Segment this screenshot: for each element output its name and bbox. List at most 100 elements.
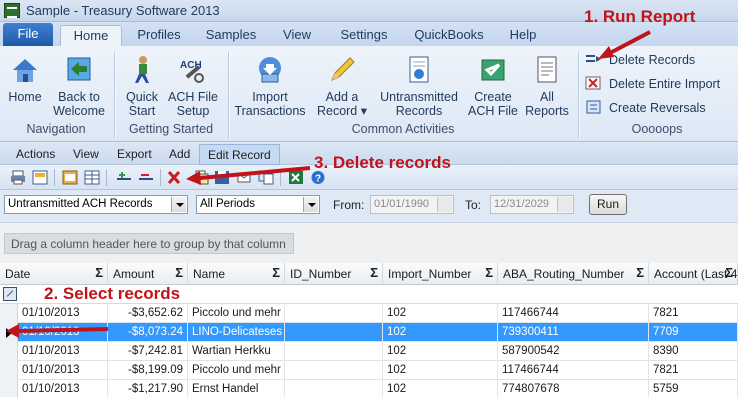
tab-quickbooks[interactable]: QuickBooks — [408, 25, 490, 46]
table-cell: -$8,073.24 — [108, 323, 188, 342]
row-selector[interactable] — [0, 323, 18, 342]
delete-records-button[interactable]: Delete Records — [585, 52, 695, 72]
grid-icon[interactable] — [84, 170, 100, 185]
table-cell: 5759 — [649, 380, 738, 397]
tab-help[interactable]: Help — [503, 25, 543, 46]
menu-edit-record[interactable]: Edit Record — [199, 144, 280, 165]
calendar-icon — [557, 197, 572, 212]
create-reversals-button[interactable]: Create Reversals — [585, 100, 706, 120]
to-date-field[interactable]: 12/31/2029 — [490, 195, 574, 214]
annotation-step-3: 3. Delete records — [314, 153, 452, 172]
table-cell: 117466744 — [498, 361, 649, 380]
column-header-account-last4[interactable]: Account (Last 4) Σ — [649, 263, 738, 285]
table-cell: 7821 — [649, 304, 738, 323]
tab-home[interactable]: Home — [60, 25, 122, 46]
row-selector[interactable] — [0, 380, 18, 397]
run-button[interactable]: Run — [589, 194, 627, 215]
row-selector[interactable] — [0, 361, 18, 380]
ribbon-separator — [578, 52, 579, 138]
pencil-icon — [331, 57, 355, 81]
home-button[interactable]: Home — [4, 54, 46, 104]
report-select[interactable]: Untransmitted ACH Records — [4, 195, 188, 214]
import-transactions-button[interactable]: Import Transactions — [234, 54, 306, 118]
delete-record-icon[interactable] — [166, 170, 182, 185]
row-selector[interactable] — [0, 342, 18, 361]
ribbon-separator — [114, 52, 115, 138]
column-header-name[interactable]: Name Σ — [188, 263, 285, 285]
from-label: From: — [333, 198, 365, 212]
calendar-icon — [437, 197, 452, 212]
delete-records-icon — [586, 55, 601, 62]
send-icon[interactable] — [236, 170, 252, 185]
grid-header: Date Σ Amount Σ Name Σ ID_Number Σ Import_Nu… — [0, 263, 738, 285]
table-cell — [285, 304, 383, 323]
menu-export[interactable]: Export — [117, 147, 152, 161]
tab-profiles[interactable]: Profiles — [128, 25, 190, 46]
table-cell: LINO-Delicateses — [188, 323, 285, 342]
column-header-id-number[interactable]: ID_Number Σ — [285, 263, 383, 285]
untransmitted-records-button[interactable]: Untransmitted Records — [378, 54, 460, 118]
table-row[interactable]: 01/10/2013 -$7,242.81 Wartian Herkku 102… — [0, 342, 738, 361]
column-header-import-number[interactable]: Import_Number Σ — [383, 263, 498, 285]
sum-icon[interactable]: Σ — [636, 265, 644, 280]
excel-export-icon[interactable] — [288, 170, 304, 185]
all-reports-button[interactable]: All Reports — [524, 54, 570, 118]
menu-view[interactable]: View — [73, 147, 99, 161]
app-icon — [4, 3, 20, 18]
sum-icon[interactable]: Σ — [370, 265, 378, 280]
table-row[interactable]: 01/10/2013 -$3,652.62 Piccolo und mehr 1… — [0, 304, 738, 323]
column-header-amount[interactable]: Amount Σ — [108, 263, 188, 285]
sum-icon[interactable]: Σ — [95, 265, 103, 280]
remove-row-icon[interactable] — [138, 170, 154, 185]
table-cell: 117466744 — [498, 304, 649, 323]
sum-icon[interactable]: Σ — [272, 265, 280, 280]
back-to-welcome-button[interactable]: Back to Welcome — [50, 54, 108, 118]
column-header-date[interactable]: Date Σ — [0, 263, 108, 285]
sum-icon[interactable]: Σ — [485, 265, 493, 280]
print-icon[interactable] — [10, 170, 26, 185]
group-by-area[interactable]: Drag a column header here to group by th… — [0, 223, 738, 263]
add-row-icon[interactable] — [116, 170, 132, 185]
menu-add[interactable]: Add — [169, 147, 190, 161]
duplicate-icon[interactable] — [258, 170, 274, 185]
home-icon — [13, 59, 37, 82]
copy-icon[interactable] — [194, 170, 210, 185]
period-select[interactable]: All Periods — [196, 195, 320, 214]
records-grid: Drag a column header here to group by th… — [0, 222, 738, 397]
tab-samples[interactable]: Samples — [200, 25, 262, 46]
table-row[interactable]: 01/10/2013 -$1,217.90 Ernst Handel 102 7… — [0, 380, 738, 397]
sum-icon[interactable]: Σ — [175, 265, 183, 280]
file-menu-button[interactable]: File — [3, 23, 53, 46]
table-cell: Wartian Herkku — [188, 342, 285, 361]
tab-view[interactable]: View — [275, 25, 319, 46]
group-label-ooooops: Ooooops — [631, 122, 683, 136]
table-cell: Ernst Handel — [188, 380, 285, 397]
from-date-field[interactable]: 01/01/1990 — [370, 195, 454, 214]
reversals-icon — [586, 100, 601, 114]
column-header-label: ABA_Routing_Number — [503, 267, 625, 281]
quick-start-button[interactable]: Quick Start — [120, 54, 164, 118]
column-header-aba-routing[interactable]: ABA_Routing_Number Σ — [498, 263, 649, 285]
table-cell: Piccolo und mehr — [188, 304, 285, 323]
table-cell: 739300411 — [498, 323, 649, 342]
filter-edit-icon[interactable] — [3, 287, 17, 301]
row-selector[interactable] — [0, 304, 18, 323]
menu-actions[interactable]: Actions — [16, 147, 55, 161]
table-row-selected[interactable]: 01/10/2013 -$8,073.24 LINO-Delicateses 1… — [0, 323, 738, 342]
ach-file-setup-button[interactable]: ACH ACH File Setup — [166, 54, 220, 118]
table-cell: -$8,199.09 — [108, 361, 188, 380]
preview-icon[interactable] — [32, 170, 48, 185]
toolbar-separator — [160, 169, 161, 186]
tab-settings[interactable]: Settings — [333, 25, 395, 46]
table-cell: -$7,242.81 — [108, 342, 188, 361]
layout-icon[interactable] — [62, 170, 78, 185]
save-icon[interactable] — [214, 170, 230, 185]
delete-entire-import-button[interactable]: Delete Entire Import — [585, 76, 720, 96]
add-record-button[interactable]: Add a Record ▾ — [316, 54, 368, 118]
create-ach-file-button[interactable]: Create ACH File — [466, 54, 520, 118]
table-row[interactable]: 01/10/2013 -$8,199.09 Piccolo und mehr 1… — [0, 361, 738, 380]
back-arrow-icon — [67, 57, 91, 81]
table-cell: 774807678 — [498, 380, 649, 397]
sum-icon[interactable]: Σ — [725, 265, 733, 280]
group-label-navigation: Navigation — [26, 122, 86, 136]
